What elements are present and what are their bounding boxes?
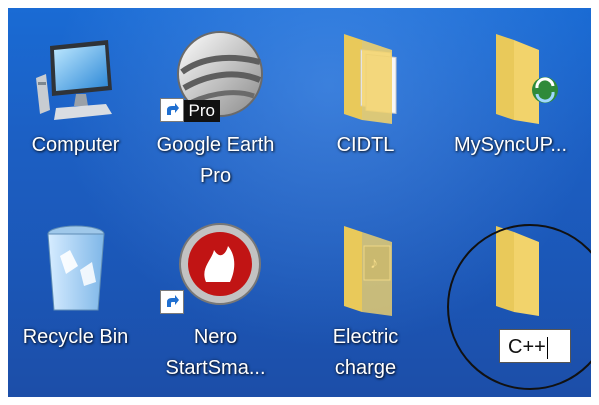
computer-label: Computer — [31, 134, 120, 156]
cidtl-label: CIDTL — [336, 134, 395, 156]
pro-badge: Pro — [183, 100, 220, 122]
computer-desktop-icon[interactable]: Computer — [8, 28, 148, 161]
folder-with-documents-icon — [306, 28, 426, 128]
mysyncup-folder-desktop-icon[interactable]: MySyncUP... — [438, 28, 583, 161]
recycle-bin-desktop-icon[interactable]: Recycle Bin — [8, 220, 148, 353]
desktop: Computer Pro Google Earth Pro CIDTL MySy… — [8, 8, 591, 397]
recycle-bin-label: Recycle Bin — [22, 326, 129, 348]
nero-startsmart-desktop-icon[interactable]: Nero StartSma... — [143, 220, 288, 384]
google-earth-pro-label: Google Earth Pro — [156, 134, 275, 187]
shortcut-arrow-icon — [159, 98, 184, 122]
google-earth-pro-desktop-icon[interactable]: Pro Google Earth Pro — [143, 28, 288, 192]
shortcut-arrow-icon — [159, 290, 184, 314]
nero-flame-icon — [156, 220, 276, 320]
google-earth-icon: Pro — [156, 28, 276, 128]
media-folder-icon: ♪ — [306, 220, 426, 320]
computer-icon — [16, 28, 136, 128]
electric-charge-folder-desktop-icon[interactable]: ♪ Electric charge — [293, 220, 438, 384]
mysyncup-label: MySyncUP... — [454, 134, 567, 156]
recycle-bin-icon — [16, 220, 136, 320]
nero-startsmart-label: Nero StartSma... — [165, 326, 266, 379]
cidtl-folder-desktop-icon[interactable]: CIDTL — [293, 28, 438, 161]
sync-folder-icon — [451, 28, 571, 128]
electric-charge-label: Electric charge — [332, 326, 399, 379]
